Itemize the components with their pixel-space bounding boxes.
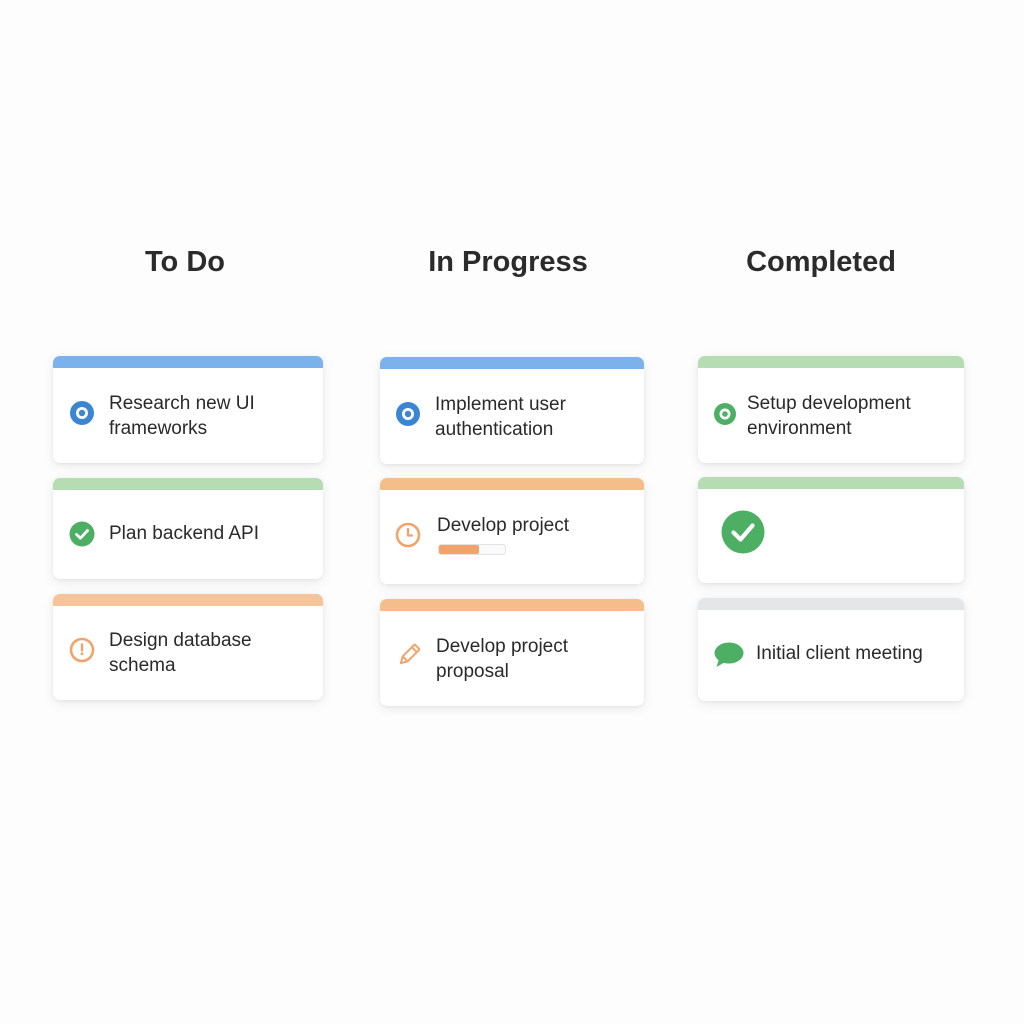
clock-icon — [69, 637, 95, 663]
target-small-icon — [714, 403, 736, 425]
pencil-icon — [399, 643, 421, 665]
task-progress-bar — [438, 544, 506, 555]
task-label-line-1: Research new UI — [109, 393, 255, 414]
task-label-line-1: Setup development — [747, 393, 911, 414]
task-card-initial-client-meeting[interactable]: Initial client meeting — [698, 598, 964, 701]
card-accent-strip — [380, 478, 644, 490]
task-card-completed-check[interactable] — [698, 477, 964, 583]
task-label-line-2: frameworks — [109, 418, 208, 439]
card-accent-strip — [53, 594, 323, 606]
card-accent-strip — [380, 357, 644, 369]
task-progress-fill — [439, 545, 479, 554]
task-label-line-1: Plan backend API — [109, 523, 259, 544]
task-card-develop-project-proposal[interactable]: Develop project proposal — [380, 599, 644, 706]
task-label-line-2: environment — [747, 418, 852, 439]
chat-bubble-icon — [714, 642, 744, 667]
task-label-line-2: authentication — [435, 419, 554, 440]
task-label-line-2: proposal — [436, 661, 509, 682]
task-label-line-1: Design database — [109, 630, 252, 651]
card-accent-strip — [698, 356, 964, 368]
card-accent-strip — [698, 477, 964, 489]
task-card-design-database-schema[interactable]: Design database schema — [53, 594, 323, 700]
target-icon — [396, 402, 420, 426]
card-accent-strip — [380, 599, 644, 611]
task-card-plan-backend-api[interactable]: Plan backend API — [53, 478, 323, 579]
clock-icon — [395, 522, 421, 548]
task-card-setup-development-environment[interactable]: Setup development environment — [698, 356, 964, 463]
task-label-line-1: Implement user — [435, 394, 566, 415]
task-card-research-ui-frameworks[interactable]: Research new UI frameworks — [53, 356, 323, 463]
check-circle-icon — [69, 521, 95, 547]
target-icon — [70, 401, 94, 425]
task-label-line-1: Initial client meeting — [756, 643, 923, 664]
task-label-line-2: schema — [109, 655, 176, 676]
task-card-develop-project[interactable]: Develop project — [380, 478, 644, 584]
kanban-board: To Do In Progress Completed Research new… — [0, 0, 1024, 1024]
column-title-completed: Completed — [746, 246, 896, 278]
task-label-line-1: Develop project — [436, 636, 569, 657]
card-accent-strip — [53, 356, 323, 368]
task-card-implement-user-authentication[interactable]: Implement user authentication — [380, 357, 644, 464]
column-title-todo: To Do — [145, 246, 225, 278]
task-label-line-1: Develop project — [437, 515, 570, 536]
card-accent-strip — [698, 598, 964, 610]
card-accent-strip — [53, 478, 323, 490]
check-circle-large-icon — [721, 510, 765, 554]
column-title-in-progress: In Progress — [428, 246, 588, 278]
